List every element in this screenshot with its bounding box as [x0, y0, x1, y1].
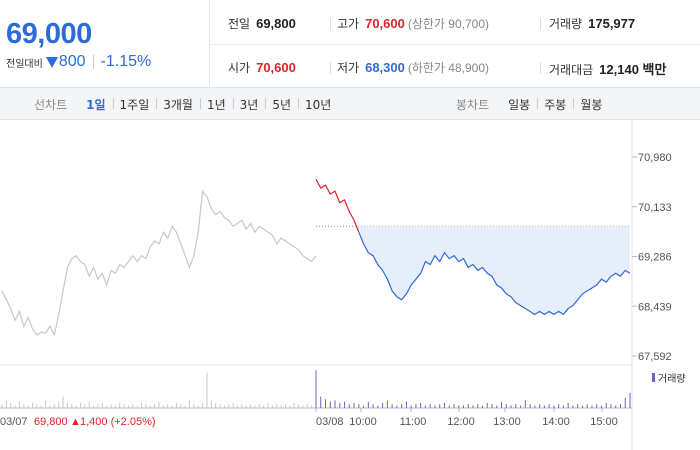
volume-layer [1, 370, 631, 408]
candle-chart-periods: 봉차트 일봉 주봉 월봉 [456, 88, 609, 120]
stat-open: 시가 70,600 [228, 60, 296, 75]
period-1y-button[interactable]: 1년 [199, 96, 233, 113]
divider [540, 62, 541, 74]
x-tick-label: 11:00 [400, 416, 427, 428]
prev-day-series-line [1, 189, 317, 337]
divider [210, 44, 700, 45]
period-1d-button[interactable]: 1일 [79, 96, 112, 113]
period-3m-button[interactable]: 3개월 [156, 96, 200, 113]
divider [330, 62, 331, 74]
divider [92, 55, 94, 69]
price-chart[interactable]: 70,980 70,133 69,286 68,439 67,592 거래량 03/07… [0, 120, 700, 450]
stat-volume: 거래량 175,977 [549, 16, 636, 31]
price-change-row: 전일대비 800 -1.15% [6, 52, 151, 72]
prev-day-change: 1,400 (+2.05%) [80, 416, 156, 428]
line-chart-label: 선차트 [34, 97, 68, 112]
divider [540, 18, 541, 30]
chart-toolbar: 선차트 1일 1주일 3개월 1년 3년 5년 10년 봉차트 일봉 주봉 월봉 [0, 88, 700, 120]
stat-prev-close: 전일 69,800 [228, 16, 296, 31]
period-3y-button[interactable]: 3년 [232, 96, 266, 113]
candle-weekly-button[interactable]: 주봉 [537, 96, 573, 113]
period-5y-button[interactable]: 5년 [265, 96, 298, 113]
period-1w-button[interactable]: 1주일 [112, 96, 157, 113]
x-tick-label: 10:00 [349, 416, 377, 428]
current-price: 69,000 [6, 18, 92, 50]
prev-day-close: 69,800 [34, 416, 68, 428]
x-tick-label: 15:00 [590, 416, 618, 428]
below-reference-fill [316, 226, 630, 315]
quote-header: 69,000 전일대비 800 -1.15% 전일 69,800 고가 70,600… [0, 0, 700, 88]
y-tick-label: 68,439 [638, 301, 672, 313]
change-value: 800 [58, 53, 86, 70]
down-triangle-icon [45, 56, 58, 68]
prev-day-date: 03/07 [0, 416, 28, 428]
today-series-line-up [315, 179, 360, 233]
divider [330, 18, 331, 30]
x-tick-label: 12:00 [447, 416, 475, 428]
series-layer [1, 179, 631, 337]
stat-amount: 거래대금 12,140 백만 [549, 62, 667, 77]
candle-chart-label: 봉차트 [456, 97, 490, 112]
y-tick-label: 70,980 [638, 152, 672, 164]
y-axis: 70,980 70,133 69,286 68,439 67,592 [632, 152, 672, 363]
volume-legend-swatch [652, 373, 655, 382]
x-tick-label: 14:00 [542, 416, 570, 428]
stat-high: 고가 70,600 (상한가 90,700) [337, 16, 490, 31]
today-date: 03/08 [316, 416, 344, 428]
x-tick-label: 13:00 [493, 416, 521, 428]
y-tick-label: 67,592 [638, 351, 672, 363]
stat-low: 저가 68,300 (하한가 48,900) [337, 60, 490, 75]
price-summary: 69,000 전일대비 800 -1.15% [0, 0, 210, 88]
x-axis: 거래량 03/07 69,800 ▲ 1,400 (+2.05%) 03/08 … [0, 373, 686, 428]
line-chart-periods: 선차트 1일 1주일 3개월 1년 3년 5년 10년 [34, 88, 338, 120]
change-label: 전일대비 [6, 58, 43, 70]
candle-monthly-button[interactable]: 월봉 [573, 96, 609, 113]
change-percent: -1.15% [100, 53, 152, 70]
y-tick-label: 69,286 [638, 252, 672, 264]
period-10y-button[interactable]: 10년 [298, 96, 338, 113]
volume-legend-label: 거래량 [658, 373, 686, 385]
y-tick-label: 70,133 [638, 202, 672, 214]
candle-daily-button[interactable]: 일봉 [501, 96, 537, 113]
